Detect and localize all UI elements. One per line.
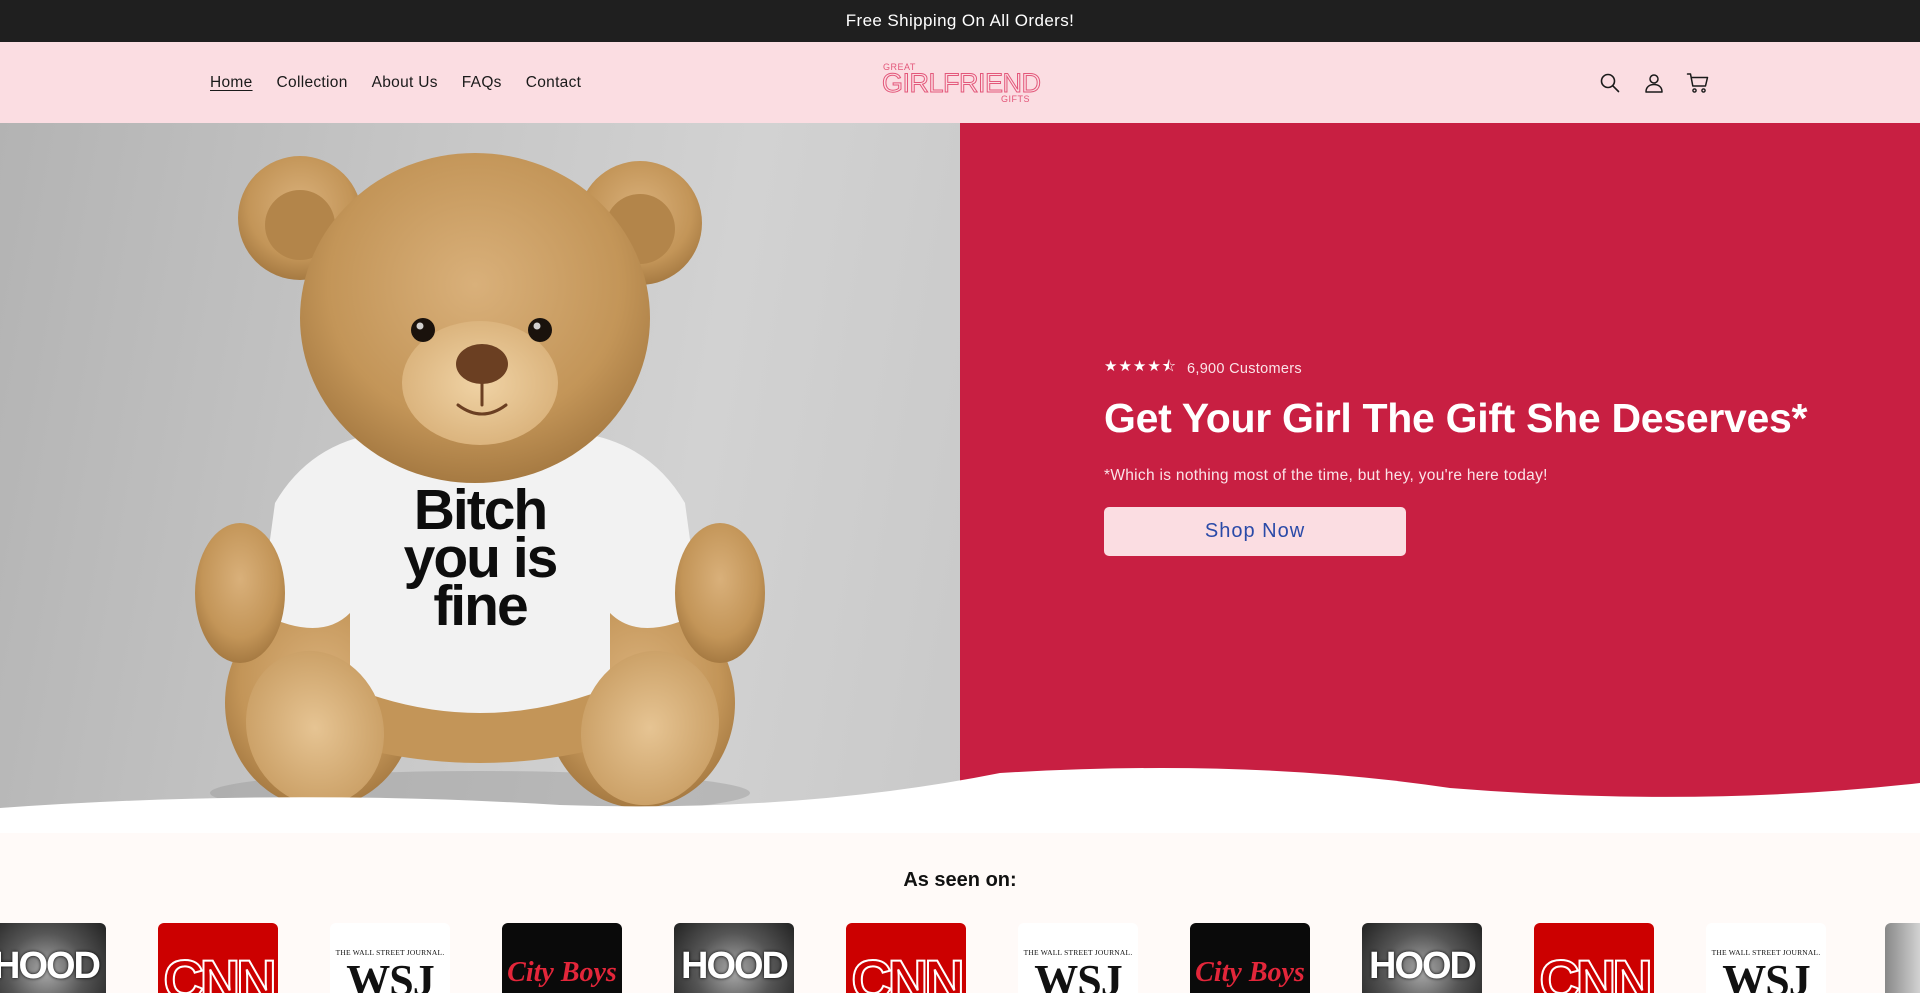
customer-rating: ★★★★⯪ 6,900 Customers: [1104, 356, 1302, 381]
account-icon[interactable]: [1642, 71, 1666, 95]
shop-now-button[interactable]: Shop Now: [1104, 507, 1406, 556]
hero-banner: Bitch you is fine ★★★★⯪ 6,900 Customers …: [0, 123, 1920, 843]
search-icon[interactable]: [1598, 71, 1622, 95]
press-logo-hood: HOOD: [1362, 923, 1482, 993]
hero-headline: Get Your Girl The Gift She Deserves*: [1104, 395, 1808, 441]
star-rating-icon: ★★★★⯪: [1104, 358, 1177, 375]
nav-collection[interactable]: Collection: [277, 74, 348, 92]
as-seen-on-title: As seen on:: [903, 869, 1017, 891]
press-logo-partial: [1885, 923, 1920, 993]
nav-home[interactable]: Home: [210, 74, 253, 92]
header-icons: [1598, 42, 1710, 123]
main-nav: Home Collection About Us FAQs Contact: [210, 42, 605, 123]
press-logo-hood: HOOD: [674, 923, 794, 993]
nav-faqs[interactable]: FAQs: [462, 74, 502, 92]
logo-bottom-text: GIFTS: [1001, 94, 1030, 104]
as-seen-on-section: As seen on: HOOD CNN THE WALL STREET JOU…: [0, 833, 1920, 993]
announcement-text: Free Shipping On All Orders!: [845, 11, 1075, 30]
cart-icon[interactable]: [1686, 71, 1710, 95]
nav-contact[interactable]: Contact: [526, 74, 582, 92]
press-logo-cnn: CNN: [846, 923, 966, 993]
nav-about-us[interactable]: About Us: [372, 74, 438, 92]
wave-divider: [0, 768, 1920, 843]
announcement-bar: Free Shipping On All Orders!: [0, 0, 1920, 42]
press-logo-city-boys: City Boys: [502, 923, 622, 993]
press-logo-hood: HOOD: [0, 923, 106, 993]
press-logo-city-boys: City Boys: [1190, 923, 1310, 993]
rating-text: 6,900 Customers: [1187, 360, 1302, 377]
hero-subtext: *Which is nothing most of the time, but …: [1104, 467, 1548, 484]
press-logo-wsj: THE WALL STREET JOURNAL. WSJ: [1706, 923, 1826, 993]
press-logo-cnn: CNN: [1534, 923, 1654, 993]
hero-image: Bitch you is fine: [0, 123, 960, 833]
press-logo-wsj: THE WALL STREET JOURNAL. WSJ: [330, 923, 450, 993]
wsj-logo-text: WSJ: [346, 956, 434, 993]
shirt-text: Bitch you is fine: [400, 482, 560, 635]
site-header: Home Collection About Us FAQs Contact GR…: [0, 42, 1920, 123]
site-logo[interactable]: GREAT GIRLFRIEND GIFTS: [882, 60, 1042, 106]
press-logo-cnn: CNN: [158, 923, 278, 993]
press-logo-wsj: THE WALL STREET JOURNAL. WSJ: [1018, 923, 1138, 993]
wsj-logo-text: WSJ: [1722, 956, 1810, 993]
wsj-logo-text: WSJ: [1034, 956, 1122, 993]
